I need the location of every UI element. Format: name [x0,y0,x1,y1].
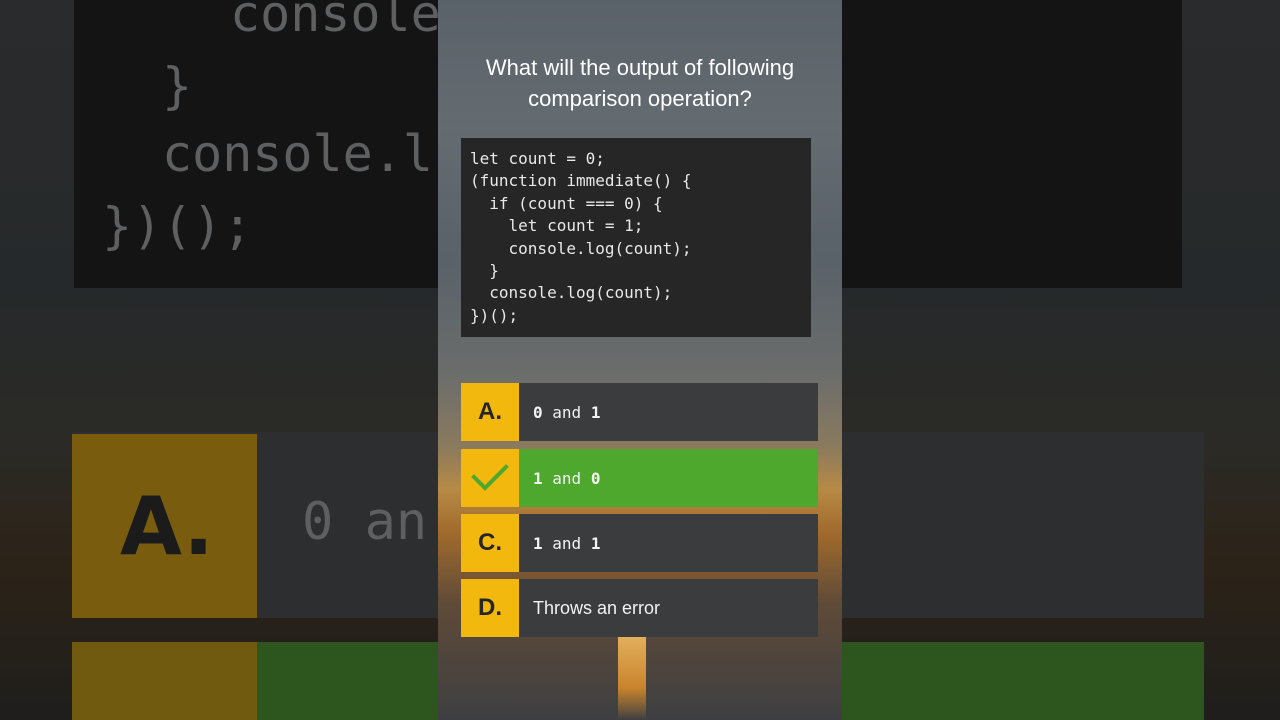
option-value: 1 [590,533,601,553]
background-code-line: console.l [162,125,433,183]
code-line: })(); [470,305,519,325]
question-line: comparison operation? [528,86,752,111]
option-connector: and [552,402,582,422]
code-line: if (count === 0) { [470,193,663,213]
background-letter: A. [120,480,214,573]
code-line: console.log(count); [470,238,692,258]
option-c[interactable]: C. 1 and 1 [461,514,818,572]
option-connector: and [552,533,582,553]
option-label: 0 and 1 [533,383,600,441]
option-letter-box [461,449,519,507]
code-line: console.log(count); [470,283,673,303]
option-value: 1 [533,533,543,553]
background-correct-letter-box [72,642,257,720]
option-value: 0 [533,402,543,422]
option-label: 1 and 0 [533,449,600,507]
option-letter: A. [461,383,519,441]
quiz-panel: What will the output of following compar… [438,0,842,720]
question-line: What will the output of following [485,55,795,80]
code-block: let count = 0; (function immediate() { i… [461,138,811,337]
code-line: let count = 1; [470,216,644,236]
option-label: 1 and 1 [533,514,600,572]
option-b-correct[interactable]: 1 and 0 [461,449,818,507]
background-answer-text: 0 an [302,492,428,552]
option-value: 0 [590,468,601,488]
option-value: 1 [590,402,601,422]
option-a[interactable]: A. 0 and 1 [461,383,818,441]
code-line: } [470,261,499,281]
option-connector: and [552,468,582,488]
option-letter: C. [461,514,519,572]
background-code-line: } [162,57,193,115]
code-text: let count = 0; (function immediate() { i… [470,148,802,327]
background-code-line: })(); [102,197,253,255]
background-code-line: console. [230,0,471,43]
code-line: (function immediate() { [470,171,692,191]
option-d[interactable]: D. Throws an error [461,579,818,637]
code-line: let count = 0; [470,149,605,168]
option-letter: D. [461,579,519,637]
option-label: Throws an error [533,597,661,618]
question-title: What will the output of following compar… [438,52,842,114]
check-icon [471,464,509,491]
option-value: 1 [533,468,543,488]
